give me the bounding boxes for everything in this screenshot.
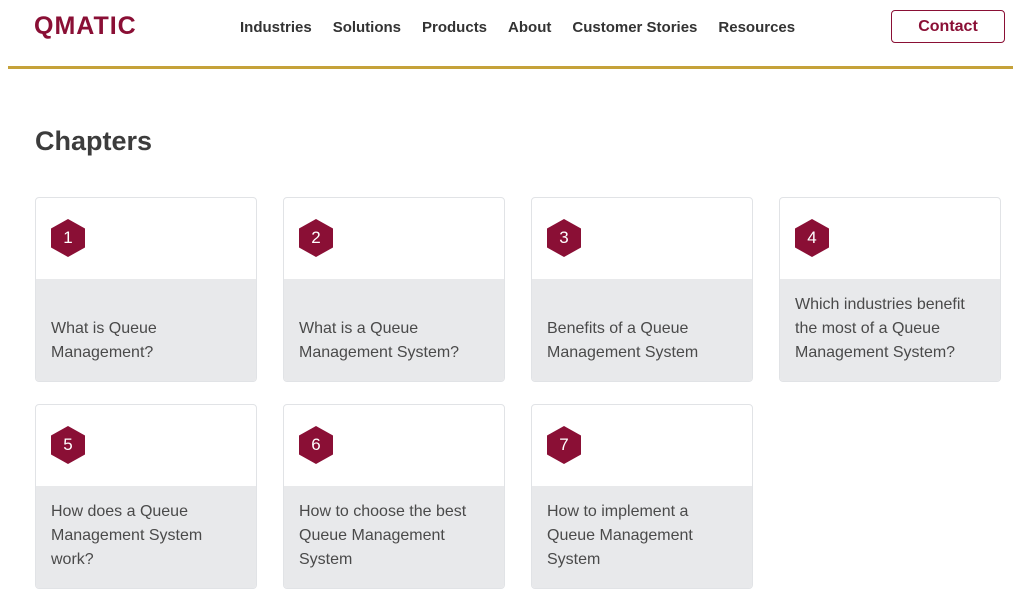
card-bottom: How does a Queue Management System work?	[36, 486, 256, 588]
card-bottom: How to choose the best Queue Management …	[284, 486, 504, 588]
nav-item-products[interactable]: Products	[422, 19, 487, 36]
hexagon-number-icon: 1	[50, 218, 86, 258]
chapter-title: What is a Queue Management System?	[299, 320, 460, 361]
hexagon-number-icon: 3	[546, 218, 582, 258]
chapter-card-2[interactable]: 2 What is a Queue Management System?	[283, 197, 505, 382]
main-nav: Industries Solutions Products About Cust…	[240, 19, 816, 36]
chapter-number: 4	[807, 228, 817, 247]
hexagon-number-icon: 4	[794, 218, 830, 258]
chapter-card-5[interactable]: 5 How does a Queue Management System wor…	[35, 404, 257, 589]
header-divider	[8, 66, 1013, 69]
card-top: 3	[532, 198, 752, 279]
contact-button[interactable]: Contact	[891, 10, 1005, 43]
card-top: 6	[284, 405, 504, 486]
card-bottom: Benefits of a Queue Management System	[532, 279, 752, 381]
chapter-title: How to implement a Queue Management Syst…	[547, 503, 693, 568]
card-top: 5	[36, 405, 256, 486]
chapter-number: 6	[311, 435, 321, 454]
chapter-card-6[interactable]: 6 How to choose the best Queue Managemen…	[283, 404, 505, 589]
chapter-title: How to choose the best Queue Management …	[299, 503, 467, 568]
hexagon-number-icon: 2	[298, 218, 334, 258]
chapter-title: What is Queue Management?	[51, 320, 157, 361]
chapter-number: 5	[63, 435, 73, 454]
card-top: 2	[284, 198, 504, 279]
chapter-card-4[interactable]: 4 Which industries benefit the most of a…	[779, 197, 1001, 382]
nav-item-solutions[interactable]: Solutions	[333, 19, 401, 36]
site-header: QMATIC Industries Solutions Products Abo…	[0, 0, 1024, 56]
chapter-number: 1	[63, 228, 73, 247]
chapter-card-7[interactable]: 7 How to implement a Queue Management Sy…	[531, 404, 753, 589]
chapter-number: 2	[311, 228, 321, 247]
hexagon-number-icon: 6	[298, 425, 334, 465]
card-top: 1	[36, 198, 256, 279]
chapter-card-1[interactable]: 1 What is Queue Management?	[35, 197, 257, 382]
nav-item-customer-stories[interactable]: Customer Stories	[572, 19, 697, 36]
card-bottom: What is a Queue Management System?	[284, 279, 504, 381]
nav-item-about[interactable]: About	[508, 19, 551, 36]
card-bottom: How to implement a Queue Management Syst…	[532, 486, 752, 588]
nav-item-resources[interactable]: Resources	[718, 19, 795, 36]
chapter-number: 7	[559, 435, 569, 454]
chapter-title: How does a Queue Management System work?	[51, 503, 203, 568]
card-bottom: What is Queue Management?	[36, 279, 256, 381]
chapter-number: 3	[559, 228, 569, 247]
nav-item-industries[interactable]: Industries	[240, 19, 312, 36]
hexagon-number-icon: 7	[546, 425, 582, 465]
chapter-title: Which industries benefit the most of a Q…	[795, 296, 965, 361]
card-bottom: Which industries benefit the most of a Q…	[780, 279, 1000, 381]
chapter-title: Benefits of a Queue Management System	[547, 320, 699, 361]
chapter-card-3[interactable]: 3 Benefits of a Queue Management System	[531, 197, 753, 382]
card-top: 4	[780, 198, 1000, 279]
card-top: 7	[532, 405, 752, 486]
hexagon-number-icon: 5	[50, 425, 86, 465]
qmatic-logo[interactable]: QMATIC	[34, 12, 137, 41]
page-title: Chapters	[35, 126, 153, 156]
